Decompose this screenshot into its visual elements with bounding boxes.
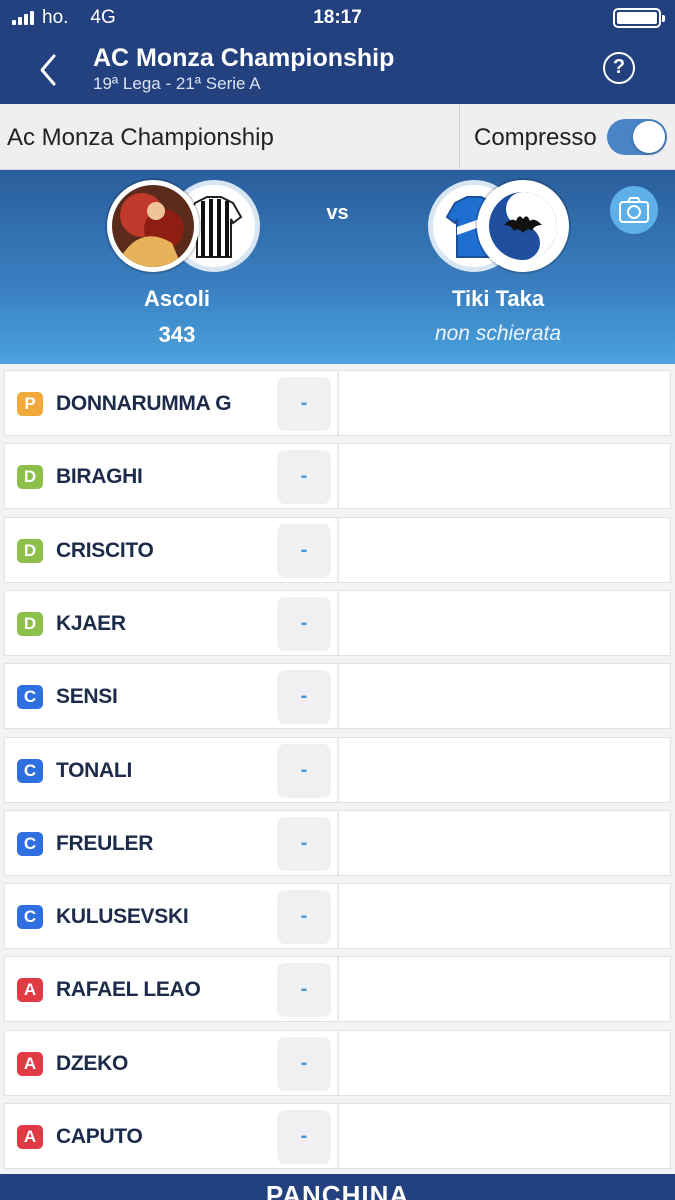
row-divider <box>337 957 339 1022</box>
player-score[interactable]: - <box>277 450 331 505</box>
camera-icon <box>619 197 649 223</box>
role-badge: C <box>17 905 43 930</box>
player-row[interactable]: D BIRAGHI - <box>4 443 671 510</box>
page-subtitle: 19ª Lega - 21ª Serie A <box>93 74 261 93</box>
role-badge: C <box>17 758 43 783</box>
player-name: TONALI <box>56 758 132 782</box>
status-bar: ho. 4G 18:17 <box>0 0 675 36</box>
compresso-toggle[interactable] <box>607 119 667 155</box>
player-name: KULUSEVSKI <box>56 905 189 929</box>
nav-bar: AC Monza Championship 19ª Lega - 21ª Ser… <box>0 36 675 104</box>
player-row[interactable]: P DONNARUMMA G - <box>4 370 671 436</box>
player-name: CRISCITO <box>56 538 154 562</box>
away-team-name: Tiki Taka <box>451 286 545 311</box>
row-divider <box>337 590 339 655</box>
role-badge: C <box>17 831 43 856</box>
role-badge: D <box>17 611 43 636</box>
role-badge: D <box>17 465 43 490</box>
player-score[interactable]: - <box>277 670 331 725</box>
home-team-logo <box>107 180 199 272</box>
player-row[interactable]: C TONALI - <box>4 736 671 803</box>
battery-icon <box>613 8 665 28</box>
row-divider <box>337 810 339 875</box>
player-score[interactable]: - <box>277 1036 331 1091</box>
chevron-left-icon <box>40 54 56 86</box>
player-score[interactable]: - <box>277 377 331 431</box>
toggle-knob <box>633 121 665 153</box>
row-divider <box>337 444 339 509</box>
player-row[interactable]: A CAPUTO - <box>4 1103 671 1169</box>
player-score[interactable]: - <box>277 596 331 651</box>
role-badge: A <box>17 1051 43 1076</box>
home-team-score: 343 <box>158 322 196 347</box>
home-team-name: Ascoli <box>143 286 211 311</box>
player-score[interactable]: - <box>277 523 331 578</box>
player-score[interactable]: - <box>277 963 331 1018</box>
role-badge: C <box>17 685 43 710</box>
player-row[interactable]: D KJAER - <box>4 589 671 656</box>
vs-label: vs <box>326 202 349 224</box>
player-row[interactable]: A RAFAEL LEAO - <box>4 956 671 1023</box>
player-row[interactable]: C SENSI - <box>4 663 671 730</box>
page-title: AC Monza Championship <box>93 44 395 72</box>
league-selector[interactable]: Ac Monza Championship <box>0 104 460 170</box>
away-team-status: non schierata <box>434 322 562 345</box>
camera-button[interactable] <box>610 186 658 234</box>
row-divider <box>337 1104 339 1168</box>
player-row[interactable]: C FREULER - <box>4 809 671 876</box>
player-row[interactable]: A DZEKO - <box>4 1029 671 1096</box>
filter-bar: Ac Monza Championship Compresso <box>0 104 675 170</box>
row-divider <box>337 371 339 435</box>
player-score[interactable]: - <box>277 816 331 871</box>
player-name: SENSI <box>56 685 118 709</box>
player-name: FREULER <box>56 831 154 855</box>
league-name: Ac Monza Championship <box>7 124 274 151</box>
back-button[interactable] <box>34 50 64 90</box>
role-badge: A <box>17 978 43 1003</box>
row-divider <box>337 884 339 949</box>
row-divider <box>337 737 339 802</box>
role-badge: D <box>17 538 43 563</box>
divider <box>459 104 460 170</box>
player-name: DONNARUMMA G <box>56 392 232 415</box>
compresso-label: Compresso <box>474 124 597 151</box>
player-name: DZEKO <box>56 1051 129 1075</box>
player-score[interactable]: - <box>277 743 331 798</box>
role-badge: P <box>17 392 43 416</box>
help-button[interactable]: ? <box>603 52 635 84</box>
bench-label: PANCHINA <box>265 1180 410 1200</box>
clock: 18:17 <box>313 7 362 28</box>
player-score[interactable]: - <box>277 1110 331 1164</box>
away-team-logo <box>477 180 569 272</box>
role-badge: A <box>17 1125 43 1149</box>
match-header: vs Ascoli 343 Tiki Taka non schierata <box>0 170 675 364</box>
player-name: CAPUTO <box>56 1125 143 1148</box>
bench-header[interactable]: PANCHINA <box>0 1174 675 1200</box>
player-row[interactable]: D CRISCITO - <box>4 516 671 583</box>
player-name: RAFAEL LEAO <box>56 978 201 1002</box>
player-row[interactable]: C KULUSEVSKI - <box>4 883 671 950</box>
row-divider <box>337 517 339 582</box>
row-divider <box>337 664 339 729</box>
player-name: KJAER <box>56 611 126 635</box>
player-name: BIRAGHI <box>56 465 143 489</box>
row-divider <box>337 1030 339 1095</box>
player-score[interactable]: - <box>277 890 331 945</box>
